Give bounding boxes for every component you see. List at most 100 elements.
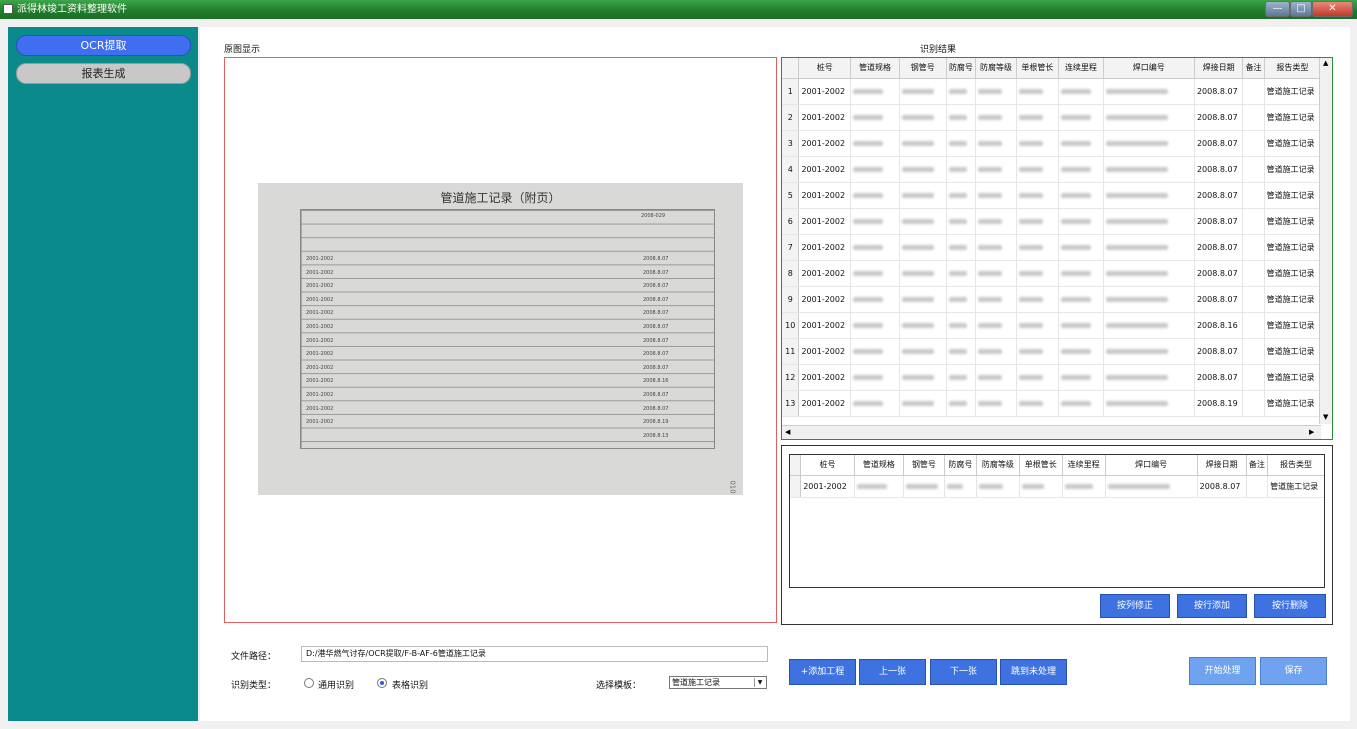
table-cell[interactable]: 管道施工记录 <box>1264 286 1322 313</box>
table-cell[interactable] <box>1016 364 1060 391</box>
table-cell[interactable]: 2001-2002 <box>798 260 852 287</box>
table-cell[interactable] <box>899 260 947 287</box>
table-cell[interactable]: 2008.8.07 <box>1194 104 1244 131</box>
table-cell[interactable] <box>1242 156 1265 183</box>
table-cell[interactable] <box>1103 156 1195 183</box>
start-process-button[interactable]: 开始处理 <box>1189 657 1256 685</box>
table-cell[interactable] <box>1242 182 1265 209</box>
table-cell[interactable] <box>1058 364 1104 391</box>
horizontal-scrollbar[interactable]: ◀ ▶ <box>782 425 1321 439</box>
table-cell[interactable]: 2001-2002 <box>798 104 852 131</box>
table-cell[interactable] <box>899 104 947 131</box>
table-cell[interactable]: 2008.8.07 <box>1194 208 1244 235</box>
table-cell[interactable]: 管道施工记录 <box>1264 364 1322 391</box>
table-cell[interactable]: 管道施工记录 <box>1264 78 1322 105</box>
table-row[interactable]: 2001-2002 2008.8.07 管道施工记录 <box>790 475 1324 498</box>
minimize-button[interactable]: — <box>1265 1 1290 17</box>
column-header[interactable]: 防腐号 <box>946 58 977 79</box>
table-cell[interactable]: 2001-2002 <box>800 475 855 498</box>
table-cell[interactable] <box>903 475 945 498</box>
table-cell[interactable] <box>850 260 900 287</box>
table-cell[interactable]: 2008.8.07 <box>1194 338 1244 365</box>
table-cell[interactable] <box>899 390 947 417</box>
table-cell[interactable] <box>1242 104 1265 131</box>
table-cell[interactable]: 2008.8.07 <box>1194 364 1244 391</box>
table-cell[interactable] <box>1016 338 1060 365</box>
table-cell[interactable] <box>850 208 900 235</box>
table-row[interactable]: 1 2001-2002 2008.8.07 管道施工记录 <box>782 78 1322 105</box>
table-cell[interactable] <box>1058 390 1104 417</box>
table-row[interactable]: 9 2001-2002 2008.8.07 管道施工记录 <box>782 286 1322 313</box>
table-cell[interactable] <box>975 260 1017 287</box>
table-cell[interactable] <box>1016 234 1060 261</box>
table-row[interactable]: 13 2001-2002 2008.8.19 管道施工记录 <box>782 390 1322 417</box>
row-number[interactable]: 3 <box>782 130 800 157</box>
table-cell[interactable] <box>850 156 900 183</box>
table-cell[interactable]: 2008.8.07 <box>1194 130 1244 157</box>
table-cell[interactable] <box>850 78 900 105</box>
row-number[interactable]: 7 <box>782 234 800 261</box>
table-cell[interactable] <box>1242 234 1265 261</box>
save-button[interactable]: 保存 <box>1260 657 1327 685</box>
column-fix-button[interactable]: 按列修正 <box>1100 594 1170 618</box>
table-cell[interactable] <box>850 130 900 157</box>
table-cell[interactable] <box>899 338 947 365</box>
column-header[interactable]: 焊接日期 <box>1197 455 1247 476</box>
table-cell[interactable]: 2001-2002 <box>798 208 852 235</box>
maximize-button[interactable]: □ <box>1290 1 1312 17</box>
table-row[interactable]: 4 2001-2002 2008.8.07 管道施工记录 <box>782 156 1322 183</box>
table-cell[interactable] <box>946 130 977 157</box>
table-cell[interactable] <box>1242 312 1265 339</box>
table-cell[interactable]: 管道施工记录 <box>1264 312 1322 339</box>
row-number[interactable] <box>790 475 802 498</box>
table-cell[interactable] <box>899 208 947 235</box>
row-number[interactable]: 9 <box>782 286 800 313</box>
table-cell[interactable] <box>1058 78 1104 105</box>
table-cell[interactable]: 2001-2002 <box>798 130 852 157</box>
table-cell[interactable] <box>1242 208 1265 235</box>
table-row[interactable]: 10 2001-2002 2008.8.16 管道施工记录 <box>782 312 1322 339</box>
table-cell[interactable] <box>899 130 947 157</box>
table-cell[interactable] <box>1103 208 1195 235</box>
table-cell[interactable] <box>1103 338 1195 365</box>
table-cell[interactable] <box>850 286 900 313</box>
table-cell[interactable] <box>975 338 1017 365</box>
table-cell[interactable] <box>1103 260 1195 287</box>
table-cell[interactable] <box>1016 312 1060 339</box>
column-header[interactable]: 钢管号 <box>903 455 945 476</box>
table-cell[interactable]: 管道施工记录 <box>1264 182 1322 209</box>
row-number[interactable]: 13 <box>782 390 800 417</box>
sidebar-item-report[interactable]: 报表生成 <box>16 63 191 84</box>
row-number[interactable]: 5 <box>782 182 800 209</box>
column-header[interactable]: 备注 <box>1242 58 1265 79</box>
template-select[interactable]: 管道施工记录 ▼ <box>669 676 767 689</box>
table-cell[interactable] <box>850 104 900 131</box>
column-header[interactable]: 单根管长 <box>1016 58 1060 79</box>
scroll-down-icon[interactable]: ▼ <box>1323 413 1328 421</box>
table-cell[interactable] <box>899 286 947 313</box>
table-cell[interactable]: 管道施工记录 <box>1264 234 1322 261</box>
table-cell[interactable]: 2008.8.07 <box>1194 234 1244 261</box>
scroll-up-icon[interactable]: ▲ <box>1323 59 1328 67</box>
table-cell[interactable] <box>899 182 947 209</box>
scroll-right-icon[interactable]: ▶ <box>1309 428 1314 436</box>
file-path-field[interactable]: D:/港华燃气讨存/OCR提取/F-B-AF-6管道施工记录 <box>301 646 768 662</box>
table-cell[interactable] <box>1016 182 1060 209</box>
column-header[interactable]: 报告类型 <box>1267 455 1324 476</box>
row-number[interactable]: 12 <box>782 364 800 391</box>
column-header[interactable]: 防腐号 <box>944 455 977 476</box>
table-cell[interactable]: 2008.8.07 <box>1194 78 1244 105</box>
table-ocr-radio[interactable] <box>377 678 387 688</box>
table-cell[interactable] <box>1103 130 1195 157</box>
table-cell[interactable] <box>946 286 977 313</box>
column-header[interactable]: 焊口编号 <box>1105 455 1198 476</box>
column-header[interactable]: 管道规格 <box>850 58 900 79</box>
table-cell[interactable] <box>1019 475 1063 498</box>
table-cell[interactable] <box>1058 130 1104 157</box>
table-cell[interactable] <box>975 234 1017 261</box>
table-cell[interactable] <box>1103 78 1195 105</box>
column-header[interactable]: 钢管号 <box>899 58 947 79</box>
table-cell[interactable] <box>1058 234 1104 261</box>
table-cell[interactable] <box>1103 234 1195 261</box>
table-cell[interactable]: 2001-2002 <box>798 390 852 417</box>
